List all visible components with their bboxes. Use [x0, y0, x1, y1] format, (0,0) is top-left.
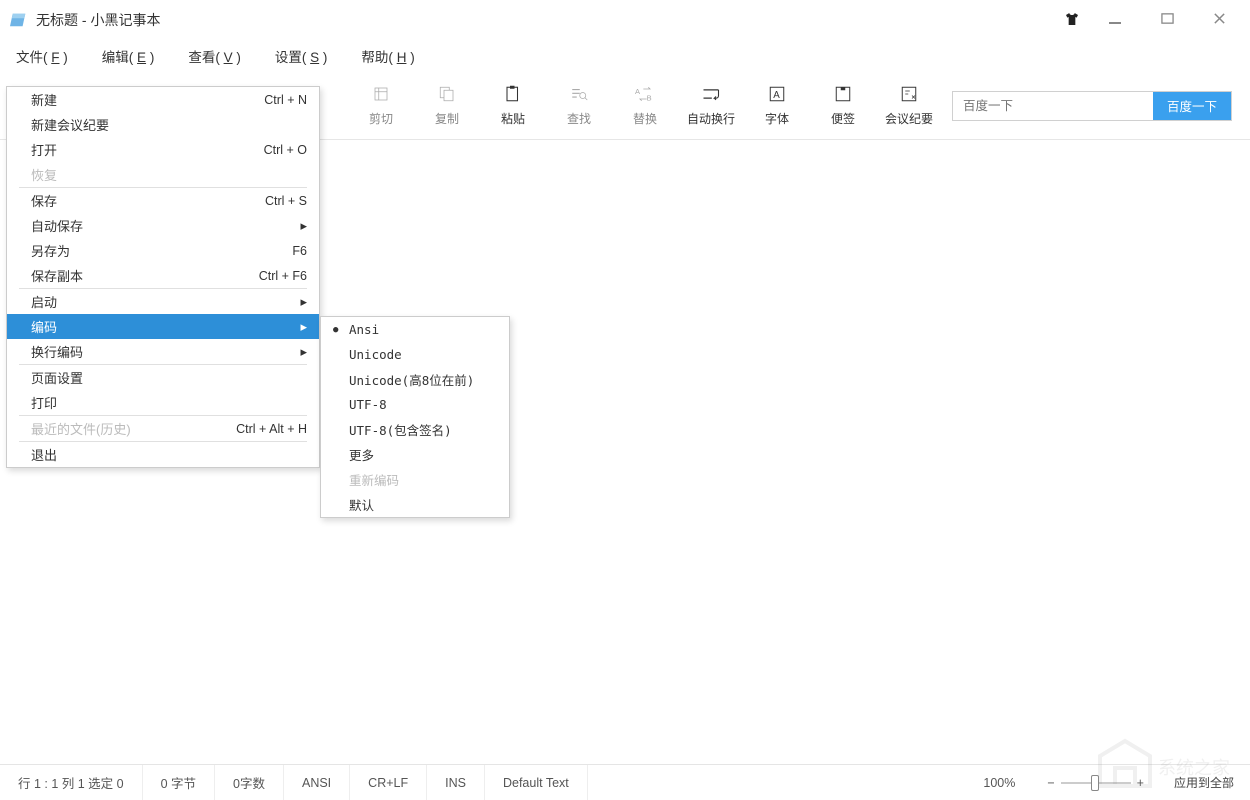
menu-settings[interactable]: 设置( S )	[275, 46, 328, 66]
enc-utf8-bom[interactable]: UTF-8(包含签名)	[321, 417, 509, 442]
file-print[interactable]: 打印	[7, 390, 319, 415]
file-autosave[interactable]: 自动保存▸	[7, 213, 319, 238]
status-position: 行 1 : 1 列 1 选定 0	[0, 765, 143, 800]
file-savecopy[interactable]: 保存副本Ctrl + F6	[7, 263, 319, 288]
bullet-icon: ●	[333, 325, 338, 335]
status-chars: 0字数	[215, 765, 284, 800]
file-save[interactable]: 保存Ctrl + S	[7, 188, 319, 213]
file-new[interactable]: 新建Ctrl + N	[7, 87, 319, 112]
tool-copy[interactable]: 复制	[414, 78, 480, 134]
file-newline-encoding[interactable]: 换行编码▸	[7, 339, 319, 364]
menu-edit[interactable]: 编辑( E )	[102, 46, 155, 66]
search-button[interactable]: 百度一下	[1153, 92, 1231, 120]
font-icon: A	[768, 84, 786, 104]
chevron-right-icon: ▸	[300, 319, 307, 335]
enc-reencode: 重新编码	[321, 467, 509, 492]
copy-icon	[438, 84, 456, 104]
file-startup[interactable]: 启动▸	[7, 289, 319, 314]
enc-more[interactable]: 更多	[321, 442, 509, 467]
chevron-right-icon: ▸	[300, 218, 307, 234]
menu-help[interactable]: 帮助( H )	[361, 46, 414, 66]
tool-minutes[interactable]: 会议纪要	[876, 78, 942, 134]
tool-replace[interactable]: AB替换	[612, 78, 678, 134]
file-exit[interactable]: 退出	[7, 442, 319, 467]
search-box: 百度一下	[952, 91, 1232, 121]
enc-unicode[interactable]: Unicode	[321, 342, 509, 367]
file-page-setup[interactable]: 页面设置	[7, 365, 319, 390]
tool-wrap[interactable]: 自动换行	[678, 78, 744, 134]
file-new-minutes[interactable]: 新建会议纪要	[7, 112, 319, 137]
enc-ansi[interactable]: ●Ansi	[321, 317, 509, 342]
watermark: 系统之家	[1080, 736, 1230, 799]
replace-icon: AB	[635, 84, 655, 104]
sticky-icon	[834, 84, 852, 104]
file-restore: 恢复	[7, 162, 319, 187]
status-lang[interactable]: Default Text	[485, 765, 588, 800]
file-open[interactable]: 打开Ctrl + O	[7, 137, 319, 162]
search-input[interactable]	[953, 92, 1153, 120]
file-saveas[interactable]: 另存为F6	[7, 238, 319, 263]
minutes-icon	[900, 84, 918, 104]
close-button[interactable]	[1204, 12, 1234, 28]
maximize-button[interactable]	[1152, 12, 1182, 28]
window-title: 无标题 - 小黑记事本	[36, 10, 1064, 30]
tool-find[interactable]: 查找	[546, 78, 612, 134]
tool-cut[interactable]: 剪切	[348, 78, 414, 134]
window-controls	[1100, 12, 1240, 29]
tool-sticky[interactable]: 便签	[810, 78, 876, 134]
menu-file[interactable]: 文件( F )	[16, 46, 68, 66]
theme-icon[interactable]	[1064, 11, 1080, 30]
wrap-icon	[701, 84, 721, 104]
svg-text:A: A	[773, 90, 780, 101]
file-encoding[interactable]: 编码▸	[7, 314, 319, 339]
svg-text:系统之家: 系统之家	[1158, 758, 1230, 778]
svg-text:B: B	[647, 94, 652, 103]
tool-font[interactable]: A字体	[744, 78, 810, 134]
status-eol[interactable]: CR+LF	[350, 765, 427, 800]
chevron-right-icon: ▸	[300, 344, 307, 360]
status-encoding[interactable]: ANSI	[284, 765, 350, 800]
status-bytes: 0 字节	[143, 765, 215, 800]
cut-icon	[372, 84, 390, 104]
find-icon	[570, 84, 588, 104]
status-ins[interactable]: INS	[427, 765, 485, 800]
app-logo-icon	[10, 11, 28, 29]
file-dropdown: 新建Ctrl + N 新建会议纪要 打开Ctrl + O 恢复 保存Ctrl +…	[6, 86, 320, 468]
statusbar: 行 1 : 1 列 1 选定 0 0 字节 0字数 ANSI CR+LF INS…	[0, 764, 1250, 800]
menu-view[interactable]: 查看( V )	[188, 46, 241, 66]
svg-text:A: A	[635, 87, 640, 96]
tool-paste[interactable]: 粘贴	[480, 78, 546, 134]
menubar: 文件( F ) 编辑( E ) 查看( V ) 设置( S ) 帮助( H )	[0, 40, 1250, 72]
encoding-submenu: ●Ansi Unicode Unicode(高8位在前) UTF-8 UTF-8…	[320, 316, 510, 518]
file-recent: 最近的文件(历史)Ctrl + Alt + H	[7, 416, 319, 441]
status-zoom: 100%	[965, 765, 1033, 800]
minimize-button[interactable]	[1100, 12, 1130, 29]
enc-unicode-be[interactable]: Unicode(高8位在前)	[321, 367, 509, 392]
enc-utf8[interactable]: UTF-8	[321, 392, 509, 417]
zoom-out-icon[interactable]: −	[1047, 776, 1054, 790]
titlebar: 无标题 - 小黑记事本	[0, 0, 1250, 40]
paste-icon	[504, 84, 522, 104]
chevron-right-icon: ▸	[300, 294, 307, 310]
enc-default[interactable]: 默认	[321, 492, 509, 517]
